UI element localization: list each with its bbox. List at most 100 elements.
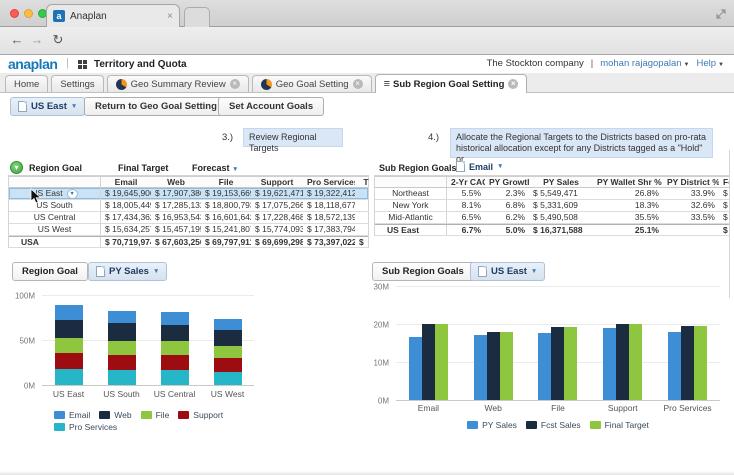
tab-geo-summary-review[interactable]: Geo Summary Review ×	[106, 75, 249, 92]
us-east-selector-dropdown[interactable]: US East ▼	[470, 262, 546, 281]
data-cell[interactable]: 25.1%	[593, 225, 663, 235]
data-cell[interactable]: $ 16,953,543	[151, 212, 201, 223]
data-cell[interactable]: $ 19,153,669	[201, 188, 251, 199]
table-row[interactable]: US West $ 15,634,257 $ 15,457,195 $ 15,241,…	[9, 224, 368, 236]
window-minimize-icon[interactable]	[24, 9, 33, 18]
window-close-icon[interactable]	[10, 9, 19, 18]
tab-close-icon[interactable]: ×	[167, 11, 173, 22]
table-row[interactable]: US Central $ 17,434,362 $ 16,953,543 $ 16,6…	[9, 212, 368, 224]
data-cell[interactable]	[355, 224, 369, 235]
data-cell[interactable]: $ 17,383,794	[303, 224, 355, 235]
sub-region-goals-chart-button[interactable]: Sub Region Goals	[372, 262, 474, 281]
back-icon[interactable]: ←	[8, 30, 26, 50]
expand-circle-icon[interactable]: ▾	[10, 161, 23, 174]
data-cell[interactable]: 32.6%	[663, 200, 719, 211]
data-cell[interactable]: $ 15,457,195	[151, 224, 201, 235]
data-cell[interactable]: 6.7%	[447, 225, 485, 235]
data-cell[interactable]: 6.5%	[447, 212, 485, 223]
table-row[interactable]: US South $ 18,005,449 $ 17,285,132 $ 18,800…	[9, 200, 368, 212]
data-cell[interactable]: $ 69,797,911	[201, 237, 251, 247]
data-cell[interactable]: 33.9%	[663, 188, 719, 199]
data-cell[interactable]: 8.1%	[447, 200, 485, 211]
region-selector-dropdown[interactable]: US East ▼	[10, 97, 86, 116]
forward-icon[interactable]: →	[28, 30, 46, 50]
row-label[interactable]: US Central	[9, 212, 101, 223]
new-tab-button[interactable]	[184, 7, 210, 27]
table-row[interactable]: Mid-Atlantic 6.5% 6.2% $ 5,490,508 35.5% 33.5…	[375, 212, 730, 224]
data-cell[interactable]: $ 18,800,793	[201, 200, 251, 211]
data-cell[interactable]: $ 69,699,298	[251, 237, 303, 247]
data-cell[interactable]: 18.3%	[593, 200, 663, 211]
product-selector-dropdown[interactable]: Email ▼	[456, 161, 503, 172]
data-cell[interactable]: 5.0%	[485, 225, 529, 235]
tab-close-icon[interactable]: ×	[352, 79, 363, 89]
table-row[interactable]: New York8.1%6.8%$ 5,331,60918.3%32.6%$ 6…	[375, 200, 730, 212]
tab-sub-region-goal-setting[interactable]: ≡ Sub Region Goal Setting ×	[374, 74, 528, 93]
row-label[interactable]: USA	[9, 237, 101, 247]
data-cell[interactable]: 26.8%	[593, 188, 663, 199]
table-row[interactable]: US East6.7%5.0%$ 16,371,58825.1%$ 19,64	[375, 224, 730, 236]
data-cell[interactable]	[355, 188, 369, 199]
row-label[interactable]: US South	[9, 200, 101, 211]
legend-item: Web	[99, 410, 132, 420]
data-cell[interactable]: 5.5%	[447, 188, 485, 199]
table-row[interactable]: US East ▼ $ 19,645,906 $ 17,907,386 $ 19,153…	[9, 188, 368, 200]
data-cell[interactable]: $ 70,719,974	[101, 237, 151, 247]
data-cell[interactable]: $ 5,331,609	[529, 200, 593, 211]
data-cell[interactable]: $ 18,118,677	[303, 200, 355, 211]
reload-icon[interactable]: ↻	[49, 30, 67, 50]
forecast-selector[interactable]: Forecast ▼	[192, 163, 238, 173]
data-cell[interactable]: $ 19,645,906	[101, 188, 151, 199]
table-row[interactable]: USA $ 70,719,974 $ 67,603,256 $ 69,797,911 $…	[9, 236, 368, 248]
data-cell[interactable]: $ 19,621,471	[251, 188, 303, 199]
row-label[interactable]: New York	[375, 200, 447, 211]
data-cell[interactable]: $ 73,397,022	[303, 237, 355, 247]
data-cell[interactable]: 35.5%	[593, 212, 663, 223]
row-label[interactable]: US West	[9, 224, 101, 235]
data-cell[interactable]: $ 18,005,449	[101, 200, 151, 211]
data-cell[interactable]: $ 15,241,807	[201, 224, 251, 235]
data-cell[interactable]: $	[355, 237, 369, 247]
row-label[interactable]: US East ▼	[9, 188, 101, 199]
data-cell[interactable]: $ 16,601,642	[201, 212, 251, 223]
data-cell[interactable]: 6.2%	[485, 212, 529, 223]
data-cell[interactable]: $ 16,371,588	[529, 225, 593, 235]
data-cell[interactable]: $ 5,490,508	[529, 212, 593, 223]
user-menu[interactable]: mohan rajagopalan ▼	[600, 58, 689, 69]
data-cell[interactable]: $ 15,774,093	[251, 224, 303, 235]
tab-close-icon[interactable]: ×	[229, 79, 240, 89]
data-cell[interactable]: $ 17,907,386	[151, 188, 201, 199]
data-cell[interactable]: $ 15,634,257	[101, 224, 151, 235]
help-menu[interactable]: Help ▼	[697, 58, 725, 69]
data-cell[interactable]: $ 17,228,468	[251, 212, 303, 223]
table-row[interactable]: Northeast 5.5% 2.3% $ 5,549,471 26.8% 33.9% $ …	[375, 188, 730, 200]
tab-settings[interactable]: Settings	[51, 75, 104, 92]
data-cell[interactable]: $ 67,603,256	[151, 237, 201, 247]
data-cell[interactable]	[355, 212, 369, 223]
window-resize-icon[interactable]	[716, 6, 726, 24]
py-sales-selector-dropdown[interactable]: PY Sales ▼	[88, 262, 168, 281]
tab-menu-icon[interactable]: ≡	[384, 78, 391, 90]
data-cell[interactable]	[663, 225, 719, 235]
data-cell[interactable]: $ 17,434,362	[101, 212, 151, 223]
row-label[interactable]: US East	[375, 225, 447, 235]
tab-home[interactable]: Home	[5, 75, 49, 92]
data-cell[interactable]: $ 5,549,471	[529, 188, 593, 199]
data-cell[interactable]	[355, 200, 369, 211]
data-cell[interactable]: $ 18,572,139	[303, 212, 355, 223]
return-to-geo-goal-setting-button[interactable]: Return to Geo Goal Setting	[84, 97, 228, 116]
data-cell[interactable]: $ 17,285,132	[151, 200, 201, 211]
data-cell[interactable]: 6.8%	[485, 200, 529, 211]
row-label[interactable]: Mid-Atlantic	[375, 212, 447, 223]
data-cell[interactable]: $ 19,322,412	[303, 188, 355, 199]
data-cell[interactable]: 2.3%	[485, 188, 529, 199]
tab-close-icon[interactable]: ×	[508, 79, 519, 89]
set-account-goals-button[interactable]: Set Account Goals	[218, 97, 325, 116]
browser-tab[interactable]: a Anaplan ×	[46, 4, 180, 27]
data-cell[interactable]: 33.5%	[663, 212, 719, 223]
data-cell[interactable]: $ 17,075,266	[251, 200, 303, 211]
row-label[interactable]: Northeast	[375, 188, 447, 199]
row-dropdown-icon[interactable]: ▼	[66, 188, 78, 199]
tab-geo-goal-setting[interactable]: Geo Goal Setting ×	[251, 75, 372, 92]
region-goal-chart-button[interactable]: Region Goal	[12, 262, 88, 281]
